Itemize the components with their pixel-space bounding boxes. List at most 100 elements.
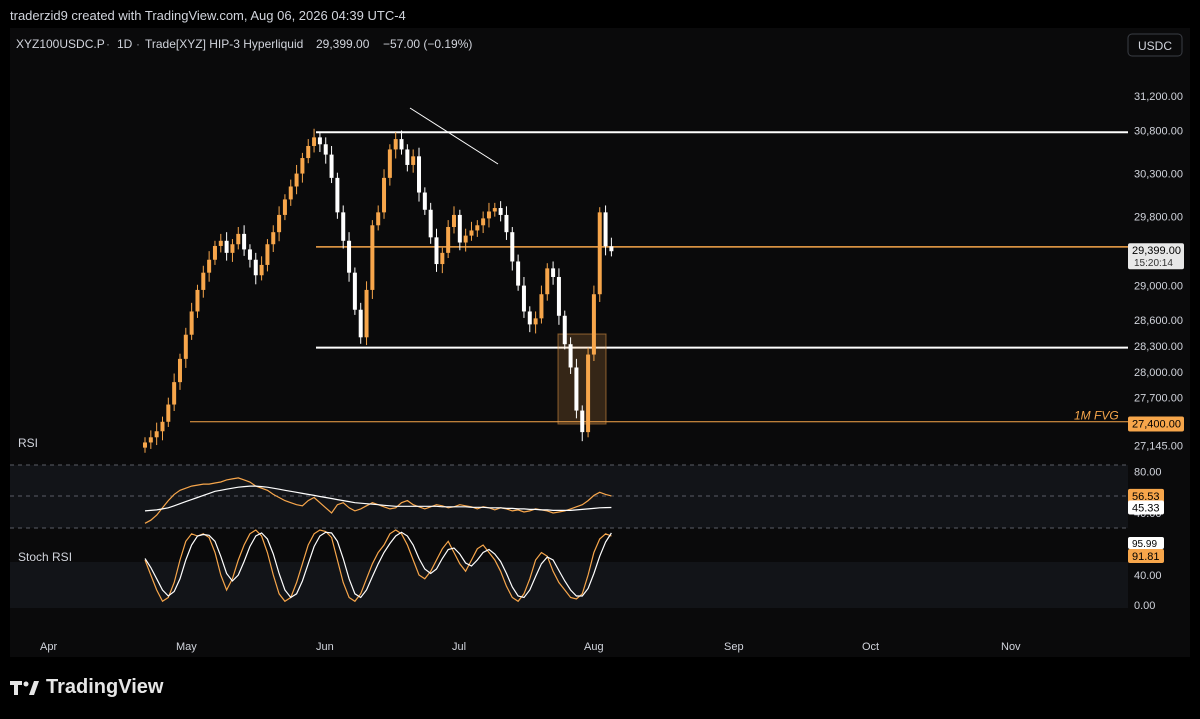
- candle-body: [271, 232, 276, 245]
- stoch-k-value: 91.81: [1132, 551, 1160, 563]
- rsi-band: [10, 465, 1128, 528]
- candle-body: [160, 421, 165, 432]
- candle-body: [277, 214, 282, 233]
- candle-body: [586, 354, 591, 433]
- candle-body: [411, 156, 416, 165]
- candle-body: [539, 294, 544, 319]
- candle-body: [393, 139, 398, 150]
- candle-body: [242, 233, 247, 250]
- time-axis-tick: Nov: [1001, 641, 1021, 653]
- candle-body: [533, 318, 538, 325]
- candle-body: [382, 177, 387, 213]
- candle-body: [323, 144, 328, 155]
- candle-body: [358, 309, 363, 338]
- candle-body: [399, 139, 404, 150]
- candle-body: [253, 259, 258, 276]
- candle-body: [440, 252, 445, 265]
- candle-body: [475, 225, 480, 231]
- tradingview-logo[interactable]: TradingView: [10, 676, 163, 699]
- candle-body: [207, 259, 212, 273]
- price-axis-tick: 29,800.00: [1134, 212, 1183, 224]
- price-axis-tick: 27,145.00: [1134, 440, 1183, 452]
- candle-body: [282, 199, 287, 215]
- candle-body: [189, 311, 194, 335]
- candle-body: [405, 149, 410, 165]
- rsi-ma-value: 45.33: [1132, 502, 1160, 514]
- separator-dot: ·: [106, 37, 110, 51]
- candle-body: [568, 344, 573, 368]
- candle-body: [288, 186, 293, 200]
- candle-body: [212, 245, 217, 260]
- candle-body: [527, 311, 532, 325]
- candle-body: [218, 240, 223, 246]
- candle-body: [510, 232, 515, 262]
- candle-body: [591, 294, 596, 355]
- candle-body: [428, 209, 433, 238]
- candle-body: [603, 212, 608, 247]
- candle-body: [177, 358, 182, 383]
- symbol-label: XYZ100USDC.P: [16, 37, 105, 51]
- candle-body: [597, 212, 602, 295]
- candle-body: [172, 382, 177, 405]
- candle-body: [451, 214, 456, 227]
- rsi-axis-tick: 80.00: [1134, 467, 1162, 479]
- candle-body: [492, 208, 497, 212]
- time-axis-tick: Jun: [316, 641, 334, 653]
- fvg-price-value: 27,400.00: [1132, 419, 1181, 431]
- separator-dot: ·: [136, 37, 140, 51]
- stoch-d-value: 95.99: [1132, 539, 1157, 550]
- candle-body: [230, 244, 235, 253]
- candle-body: [457, 214, 462, 243]
- candle-body: [609, 246, 614, 252]
- candle-body: [329, 154, 334, 178]
- candle-body: [300, 158, 305, 174]
- candle-body: [265, 244, 270, 265]
- candle-body: [504, 214, 509, 233]
- price-axis-tick: 28,000.00: [1134, 367, 1183, 379]
- candle-body: [422, 192, 427, 210]
- candle-body: [417, 156, 422, 193]
- candle-body: [370, 225, 375, 290]
- exchange-label: Trade[XYZ] HIP-3 Hyperliquid: [145, 37, 303, 51]
- candle-body: [545, 268, 550, 295]
- stoch-axis-tick: 40.00: [1134, 570, 1162, 582]
- price-change-header: −57.00 (−0.19%): [383, 37, 472, 51]
- candle-body: [352, 272, 357, 310]
- candle-body: [434, 237, 439, 265]
- candle-body: [317, 137, 322, 145]
- time-axis-tick: Aug: [584, 641, 604, 653]
- price-axis-tick: 31,200.00: [1134, 91, 1183, 103]
- price-axis-tick: 28,600.00: [1134, 315, 1183, 327]
- candle-body: [312, 137, 317, 146]
- currency-button-label: USDC: [1138, 39, 1172, 53]
- chart-panel[interactable]: 31,200.00 30,800.00 30,300.00 29,800.00 29,0…: [10, 28, 1190, 657]
- candle-body: [247, 249, 252, 260]
- candle-body: [446, 227, 451, 253]
- candle-body: [562, 315, 567, 345]
- tradingview-logo-icon: [10, 680, 39, 695]
- candle-body: [376, 212, 381, 226]
- trendline: [409, 107, 499, 165]
- price-axis-tick: 27,700.00: [1134, 393, 1183, 405]
- price-axis-tick: 28,300.00: [1134, 341, 1183, 353]
- fvg-label: 1M FVG: [1074, 409, 1119, 423]
- candle-body: [469, 230, 474, 236]
- candle-body: [463, 235, 468, 243]
- candle-body: [148, 437, 153, 443]
- chart-credit: traderzid9 created with TradingView.com,…: [10, 8, 406, 23]
- candle-body: [481, 218, 486, 226]
- candle-body: [387, 149, 392, 178]
- candle-body: [143, 442, 147, 448]
- time-axis-tick: Oct: [862, 641, 879, 653]
- rsi-pane-title: RSI: [18, 436, 38, 450]
- chart-canvas[interactable]: 31,200.00 30,800.00 30,300.00 29,800.00 29,0…: [10, 28, 1190, 657]
- candle-body: [294, 173, 299, 187]
- candle-body: [236, 233, 241, 245]
- candle-body: [347, 240, 352, 273]
- candle-body: [580, 410, 585, 433]
- candle-body: [341, 212, 346, 241]
- price-axis-tick: 30,800.00: [1134, 125, 1183, 137]
- last-price-value: 29,399.00: [1132, 245, 1181, 257]
- bar-countdown: 15:20:14: [1134, 258, 1173, 269]
- price-axis-tick: 30,300.00: [1134, 169, 1183, 181]
